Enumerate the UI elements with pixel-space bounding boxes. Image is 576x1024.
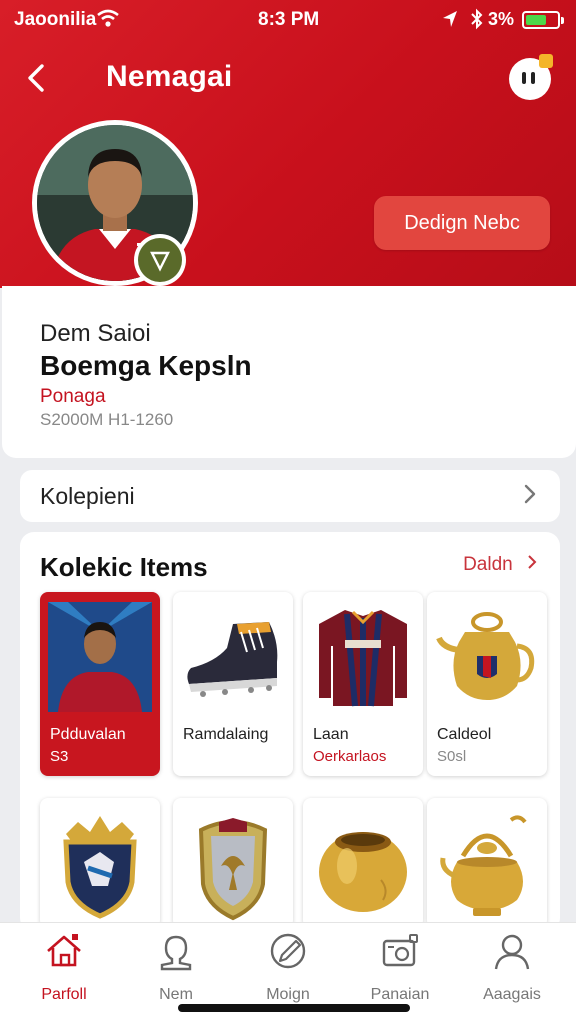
- eagle-shield-icon: [198, 818, 268, 921]
- tab-profile[interactable]: Aaagais: [462, 931, 562, 1011]
- item-tile-eagle-shield[interactable]: [173, 798, 293, 928]
- collection-link-row[interactable]: Kolepieni: [20, 470, 560, 522]
- tab-label: Nem: [159, 986, 193, 1003]
- tab-people[interactable]: Nem: [126, 931, 226, 1011]
- chevron-right-small-icon: [528, 555, 537, 569]
- golden-bowl-icon: [319, 832, 407, 912]
- item-tile-jersey[interactable]: Laan Oerkarlaos: [303, 592, 423, 776]
- camera-icon: [382, 934, 418, 967]
- item-tile-golden-bowl[interactable]: [303, 798, 423, 928]
- profile-name: Boemga Kepsln: [40, 350, 252, 381]
- page-title: Nemagai: [106, 60, 233, 93]
- profile-position: Ponaga: [40, 386, 106, 407]
- tab-label: Moign: [266, 986, 310, 1003]
- item-name: Ramdalaing: [183, 726, 269, 743]
- item-tile-golden-kettle[interactable]: [427, 798, 547, 928]
- home-indicator: [178, 1004, 410, 1012]
- tab-label: Aaagais: [483, 986, 541, 1003]
- tab-home[interactable]: Parfoll: [14, 931, 114, 1011]
- wifi-icon: [96, 8, 120, 34]
- item-tile-crest-shield[interactable]: [40, 798, 160, 928]
- compass-icon: [270, 933, 306, 969]
- collection-items-panel: Kolekic Items Daldn Pdduvalan S3 Ramdala…: [20, 532, 560, 932]
- clock-time: 8:3 PM: [258, 9, 320, 30]
- shield-check-icon: [150, 251, 170, 272]
- jersey-icon: [319, 610, 407, 707]
- football-boot-icon: [187, 622, 278, 697]
- item-name: Caldeol: [437, 726, 492, 743]
- carrier-name: Jaoonilia: [14, 9, 97, 30]
- collection-row-label: Kolepieni: [40, 483, 135, 509]
- item-tile-player-card[interactable]: Pdduvalan S3: [40, 592, 160, 776]
- see-all-label: Daldn: [463, 554, 513, 575]
- item-tile-boot[interactable]: Ramdalaing: [173, 592, 293, 776]
- back-button[interactable]: [24, 58, 64, 98]
- crest-shield-icon: [63, 816, 137, 919]
- chevron-right-icon: [522, 480, 538, 515]
- player-card-icon: [48, 602, 152, 712]
- tab-label: Panaian: [370, 986, 430, 1003]
- chevron-left-icon: [28, 64, 44, 92]
- battery-level-fill: [526, 15, 546, 25]
- bluetooth-icon: [470, 8, 484, 36]
- golden-kettle-icon: [440, 815, 527, 916]
- pause-bars-icon: [522, 72, 536, 86]
- profile-subtitle: Dem Saioi: [40, 320, 151, 347]
- location-arrow-icon: [441, 9, 459, 35]
- section-title: Kolekic Items: [40, 552, 208, 582]
- item-price: S0sl: [437, 748, 467, 765]
- notifications-button[interactable]: [509, 54, 553, 100]
- home-icon: [47, 934, 81, 967]
- profile-card: Dem Saioi Boemga Kepsln Ponaga S2000M H1…: [2, 286, 576, 458]
- tab-label: Parfoll: [41, 986, 87, 1003]
- item-price: Oerkarlaos: [313, 748, 387, 765]
- status-bar: Jaoonilia 8:3 PM 3%: [0, 0, 576, 40]
- notification-dot: [539, 54, 553, 68]
- person-icon: [160, 935, 192, 971]
- item-name: Laan: [313, 726, 349, 743]
- tab-explore[interactable]: Moign: [238, 931, 338, 1011]
- tab-camera[interactable]: Panaian: [350, 931, 450, 1011]
- battery-icon: [522, 11, 564, 29]
- item-tile-teapot[interactable]: Caldeol S0sl: [427, 592, 547, 776]
- battery-percent: 3%: [488, 9, 515, 29]
- profile-meta: S2000M H1-1260: [40, 410, 174, 429]
- item-price: S3: [50, 748, 69, 765]
- profile-icon: [494, 934, 530, 970]
- item-name: Pdduvalan: [50, 726, 126, 743]
- verified-badge: [134, 234, 186, 286]
- primary-action-button[interactable]: Dedign Nebc: [374, 196, 550, 250]
- see-all-link[interactable]: Daldn: [463, 554, 538, 576]
- golden-teapot-icon: [436, 612, 535, 700]
